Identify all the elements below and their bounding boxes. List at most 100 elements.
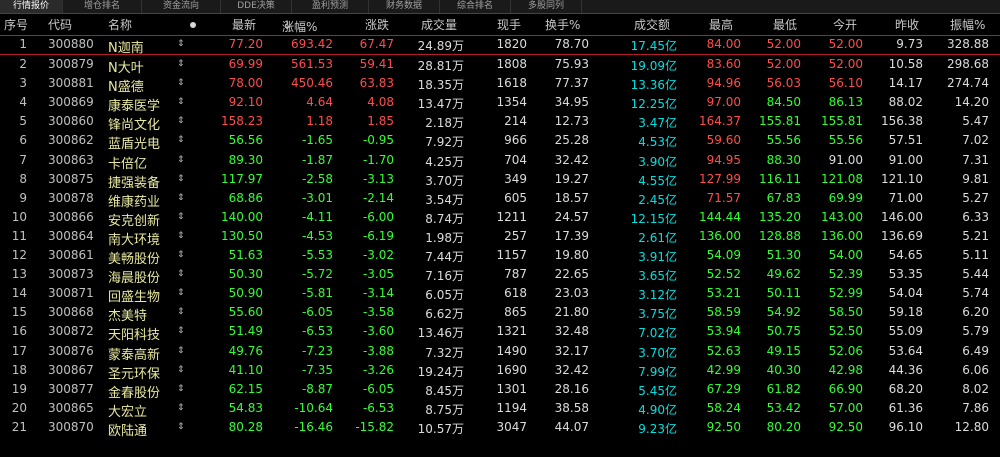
header-amplitude[interactable]: 振幅% bbox=[950, 16, 985, 33]
table-row[interactable]: 14 300871 回盛生物 ⇕ 50.90 -5.81 -3.14 6.05万 618 23.0… bbox=[0, 284, 1000, 305]
cell-code[interactable]: 300862 bbox=[48, 133, 94, 147]
table-row[interactable]: 21 300870 欧陆通 ⇕ 80.28 -16.46 -15.82 10.57万 3047 4… bbox=[0, 418, 1000, 439]
header-last[interactable]: 最新 bbox=[232, 16, 256, 33]
table-row[interactable]: 10 300866 安克创新 ⇕ 140.00 -4.11 -6.00 8.74万 1211 24… bbox=[0, 208, 1000, 229]
table-row[interactable]: 1 300880 N迦南 ⇕ 77.20 693.42 67.47 24.89万 1820 78.… bbox=[0, 35, 1000, 56]
cell-amplitude: 7.86 bbox=[962, 400, 989, 415]
header-low[interactable]: 最低 bbox=[773, 16, 797, 33]
header-turnover[interactable]: 换手% bbox=[545, 16, 580, 33]
table-row[interactable]: 16 300872 天阳科技 ⇕ 51.49 -6.53 -3.60 13.46万 1321 32… bbox=[0, 322, 1000, 343]
table-row[interactable]: 13 300873 海晨股份 ⇕ 50.30 -5.72 -3.05 7.16万 787 22.6… bbox=[0, 265, 1000, 286]
cell-turnover: 17.39 bbox=[554, 228, 589, 243]
table-row[interactable]: 4 300869 康泰医学 ⇕ 92.10 4.64 4.08 13.47万 1354 34.95… bbox=[0, 93, 1000, 114]
cell-low: 40.30 bbox=[766, 362, 801, 377]
cell-seq: 17 bbox=[11, 343, 27, 358]
cell-high: 52.52 bbox=[706, 267, 741, 282]
header-cur-vol[interactable]: 现手 bbox=[497, 16, 521, 33]
header-chg[interactable]: 涨跌 bbox=[365, 16, 389, 33]
table-row[interactable]: 17 300876 蒙泰高新 ⇕ 49.76 -7.23 -3.88 7.32万 1490 32.… bbox=[0, 342, 1000, 363]
cell-chg: -1.70 bbox=[362, 152, 394, 167]
table-row[interactable]: 7 300863 卡倍亿 ⇕ 89.30 -1.87 -1.70 4.25万 704 32.42 3… bbox=[0, 151, 1000, 172]
cell-volume: 7.32万 bbox=[425, 345, 464, 360]
tab-financial-data[interactable]: 财务数据 bbox=[369, 0, 440, 13]
cell-amplitude: 298.68 bbox=[947, 57, 989, 72]
cell-last: 41.10 bbox=[228, 362, 263, 377]
cell-code[interactable]: 300863 bbox=[48, 153, 94, 167]
cell-chg: -6.05 bbox=[362, 381, 394, 396]
tab-composite-rank[interactable]: 综合排名 bbox=[440, 0, 511, 13]
tab-position-increase[interactable]: 增仓排名 bbox=[63, 0, 142, 13]
table-row[interactable]: 19 300877 金春股份 ⇕ 62.15 -8.87 -6.05 8.45万 1301 28.… bbox=[0, 380, 1000, 401]
cell-name[interactable]: 欧陆通 bbox=[108, 420, 147, 439]
cell-volume: 2.18万 bbox=[425, 116, 464, 131]
cell-code[interactable]: 300881 bbox=[48, 76, 94, 90]
header-amount[interactable]: 成交额 bbox=[634, 16, 670, 33]
cell-code[interactable]: 300879 bbox=[48, 57, 94, 71]
cell-code[interactable]: 300860 bbox=[48, 114, 94, 128]
cell-code[interactable]: 300875 bbox=[48, 172, 94, 186]
cell-open: 155.81 bbox=[821, 114, 863, 129]
cell-code[interactable]: 300872 bbox=[48, 324, 94, 338]
table-row[interactable]: 2 300879 N大叶 ⇕ 69.99 561.53 59.41 28.81万 1808 75.… bbox=[0, 55, 1000, 76]
tab-capital-flow[interactable]: 资金流向 bbox=[142, 0, 221, 13]
table-row[interactable]: 6 300862 蓝盾光电 ⇕ 56.56 -1.65 -0.95 7.92万 966 25.28… bbox=[0, 131, 1000, 152]
cell-low: 50.11 bbox=[766, 286, 801, 301]
cell-chg-pct: -5.72 bbox=[301, 267, 333, 282]
cell-volume: 18.35万 bbox=[417, 78, 464, 93]
cell-open: 52.00 bbox=[828, 37, 863, 51]
table-row[interactable]: 15 300868 杰美特 ⇕ 55.60 -6.05 -3.58 6.62万 865 21.80… bbox=[0, 303, 1000, 324]
cell-code[interactable]: 300861 bbox=[48, 248, 94, 262]
cell-code[interactable]: 300876 bbox=[48, 344, 94, 358]
cell-last: 69.99 bbox=[228, 57, 263, 72]
cell-turnover: 32.42 bbox=[554, 152, 589, 167]
table-row[interactable]: 3 300881 N盛德 ⇕ 78.00 450.46 63.83 18.35万 1618 77.… bbox=[0, 74, 1000, 95]
tab-bar: 行情报价 增仓排名 资金流向 DDE决策 盈利预测 财务数据 综合排名 多股同列 bbox=[0, 0, 1000, 14]
table-row[interactable]: 11 300864 南大环境 ⇕ 130.50 -4.53 -6.19 1.98万 257 17.… bbox=[0, 227, 1000, 248]
header-high[interactable]: 最高 bbox=[709, 16, 733, 33]
cell-code[interactable]: 300873 bbox=[48, 267, 94, 281]
cell-cur-vol: 1157 bbox=[496, 248, 527, 263]
cell-code[interactable]: 300880 bbox=[48, 37, 94, 51]
tab-dde[interactable]: DDE决策 bbox=[221, 0, 292, 13]
cell-low: 49.62 bbox=[766, 267, 801, 282]
cell-high: 58.24 bbox=[706, 400, 741, 415]
header-name[interactable]: 名称 bbox=[108, 16, 132, 33]
cell-prev-close: 91.00 bbox=[888, 152, 923, 167]
cell-code[interactable]: 300870 bbox=[48, 420, 94, 434]
cell-code[interactable]: 300864 bbox=[48, 229, 94, 243]
table-row[interactable]: 12 300861 美畅股份 ⇕ 51.63 -5.53 -3.02 7.44万 1157 19.… bbox=[0, 246, 1000, 267]
header-volume[interactable]: 成交量 bbox=[421, 16, 457, 33]
table-row[interactable]: 9 300878 维康药业 ⇕ 68.86 -3.01 -2.14 3.54万 605 18.57… bbox=[0, 189, 1000, 210]
cell-code[interactable]: 300866 bbox=[48, 210, 94, 224]
cell-amplitude: 5.27 bbox=[962, 190, 989, 205]
header-prev-close[interactable]: 昨收 bbox=[895, 16, 919, 33]
cell-code[interactable]: 300865 bbox=[48, 401, 94, 415]
cell-mark: ⇕ bbox=[177, 97, 185, 108]
header-code[interactable]: 代码 bbox=[48, 16, 72, 33]
cell-volume: 6.05万 bbox=[425, 288, 464, 303]
cell-open: 52.06 bbox=[828, 343, 863, 358]
cell-last: 55.60 bbox=[228, 305, 263, 320]
cell-volume: 13.46万 bbox=[417, 326, 464, 341]
cell-turnover: 22.65 bbox=[554, 267, 589, 282]
cell-code[interactable]: 300868 bbox=[48, 305, 94, 319]
table-row[interactable]: 5 300860 锋尚文化 ⇕ 158.23 1.18 1.85 2.18万 214 12.73 3… bbox=[0, 112, 1000, 133]
table-row[interactable]: 18 300867 圣元环保 ⇕ 41.10 -7.35 -3.26 19.24万 1690 32… bbox=[0, 361, 1000, 382]
cell-name[interactable]: N迦南 bbox=[108, 37, 144, 56]
table-row[interactable]: 8 300875 捷强装备 ⇕ 117.97 -2.58 -3.13 3.70万 349 19.2… bbox=[0, 170, 1000, 191]
cell-code[interactable]: 300869 bbox=[48, 95, 94, 109]
header-open[interactable]: 今开 bbox=[833, 16, 857, 33]
cell-code[interactable]: 300867 bbox=[48, 363, 94, 377]
cell-chg: -3.05 bbox=[362, 267, 394, 282]
cell-chg: -3.60 bbox=[362, 324, 394, 339]
tab-multi-stock[interactable]: 多股同列 bbox=[511, 0, 582, 13]
cell-code[interactable]: 300877 bbox=[48, 382, 94, 396]
cell-volume: 4.25万 bbox=[425, 154, 464, 169]
table-row[interactable]: 20 300865 大宏立 ⇕ 54.83 -10.64 -6.53 8.75万 1194 38.… bbox=[0, 399, 1000, 420]
tab-profit-forecast[interactable]: 盈利预测 bbox=[292, 0, 369, 13]
tab-quotes[interactable]: 行情报价 bbox=[0, 0, 63, 13]
cell-mark: ⇕ bbox=[177, 288, 185, 299]
cell-code[interactable]: 300871 bbox=[48, 286, 94, 300]
header-seq[interactable]: 序号 bbox=[4, 16, 28, 33]
cell-code[interactable]: 300878 bbox=[48, 191, 94, 205]
